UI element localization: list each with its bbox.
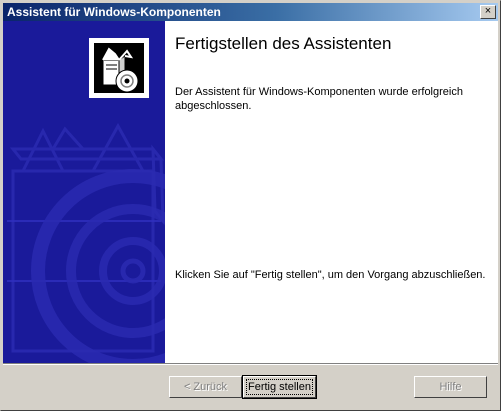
back-button-label: < Zurück <box>183 381 228 393</box>
close-icon: × <box>484 5 492 17</box>
close-button[interactable]: × <box>480 5 496 19</box>
help-button[interactable]: Hilfe <box>414 376 487 398</box>
help-button-label: Hilfe <box>439 381 462 393</box>
wizard-banner <box>3 21 165 363</box>
wizard-window: Assistent für Windows-Komponenten × Fert… <box>0 0 501 411</box>
window-title: Assistent für Windows-Komponenten <box>7 5 221 19</box>
finish-instruction: Klicken Sie auf "Fertig stellen", um den… <box>175 269 486 281</box>
title-bar[interactable]: Assistent für Windows-Komponenten × <box>3 3 498 21</box>
banner-artwork <box>7 38 165 363</box>
page-title: Fertigstellen des Assistenten <box>175 34 392 53</box>
back-button[interactable]: < Zurück <box>169 376 242 398</box>
separator-highlight <box>3 364 498 365</box>
finish-button-label: Fertig stellen <box>246 379 313 395</box>
completion-message: Der Assistent für Windows-Komponenten wu… <box>175 86 463 112</box>
wizard-content: Fertigstellen des Assistenten Der Assist… <box>165 21 498 363</box>
finish-button[interactable]: Fertig stellen <box>242 375 317 399</box>
